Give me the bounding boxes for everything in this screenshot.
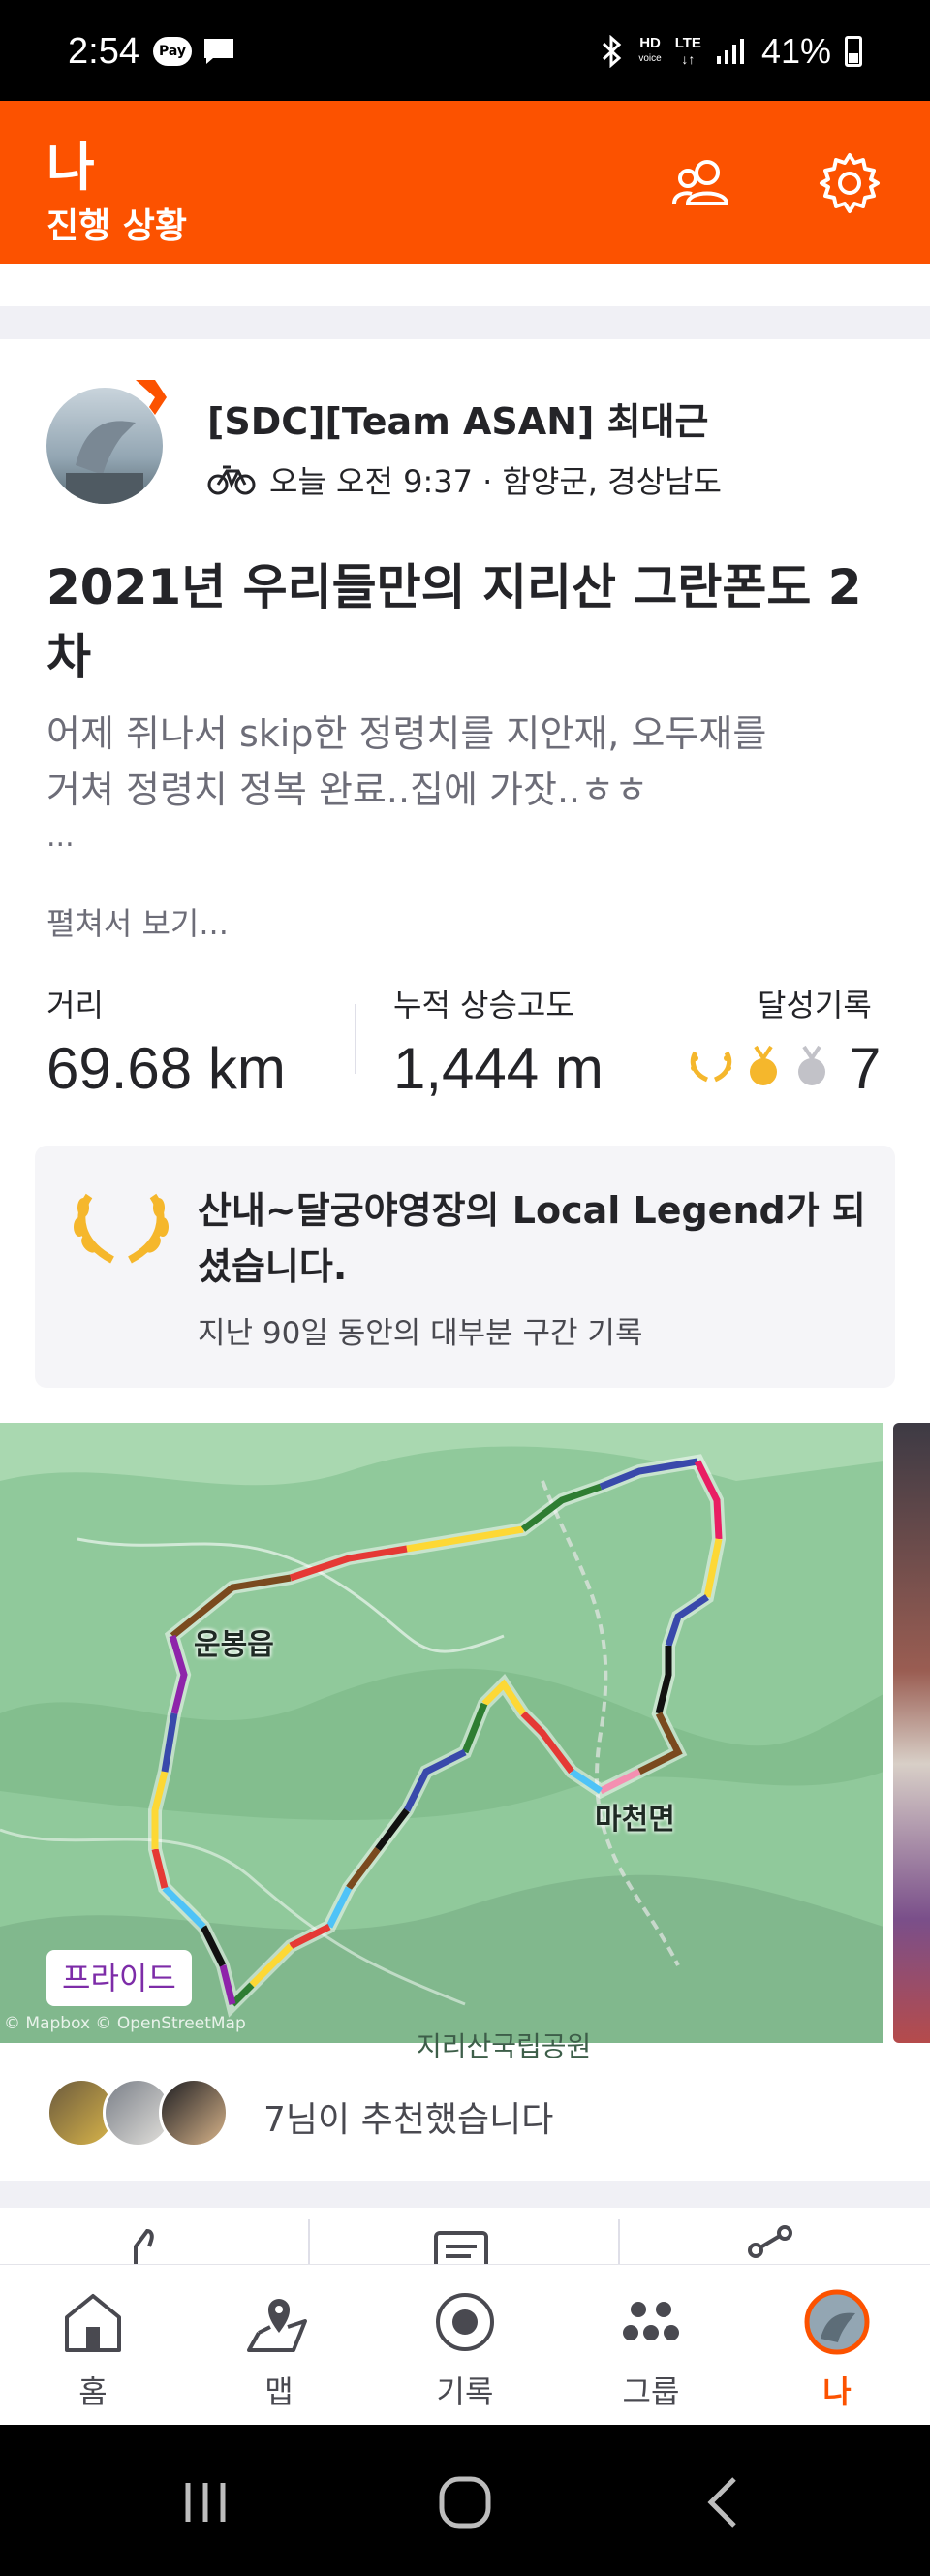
achievement-icons xyxy=(688,1045,831,1087)
distance-label: 거리 xyxy=(46,987,104,1023)
bluetooth-icon xyxy=(603,35,622,68)
map-pin-icon xyxy=(247,2299,307,2352)
action-separator xyxy=(308,2219,310,2268)
nav-home[interactable]: 홈 xyxy=(16,2288,170,2412)
activity-title[interactable]: 2021년 우리들만의 지리산 그란폰도 2차 xyxy=(46,552,899,692)
activity-photo-thumbnail[interactable] xyxy=(893,1423,930,2043)
share-icon[interactable] xyxy=(742,2225,800,2268)
message-icon xyxy=(204,39,233,64)
map-label-unbong: 운봉읍 xyxy=(194,1628,274,1662)
local-legend-title: 산내~달궁야영장의 Local Legend가 되셨습니다. xyxy=(198,1189,866,1288)
elevation-label: 누적 상승고도 xyxy=(393,987,574,1023)
nav-you[interactable]: 나 xyxy=(760,2288,914,2412)
activity-type-badge: 프라이드 xyxy=(46,1950,192,2006)
battery-icon xyxy=(845,36,862,67)
groups-icon xyxy=(623,2302,679,2340)
feed-separator xyxy=(0,264,930,339)
local-legend-icon xyxy=(690,1051,732,1083)
status-indicators: HD voice LTE ↓↑ 41% xyxy=(600,31,862,72)
profile-avatar-icon xyxy=(804,2289,870,2355)
comment-icon[interactable] xyxy=(432,2229,490,2268)
silver-medal-icon xyxy=(798,1045,825,1085)
home-icon xyxy=(65,2294,121,2352)
action-bar xyxy=(0,2208,930,2268)
distance-value: 69.68 km xyxy=(46,1036,286,1101)
hd-voice-indicator: HD voice xyxy=(638,35,662,65)
pay-icon: Pay xyxy=(153,37,192,66)
lte-indicator: LTE ↓↑ xyxy=(674,35,701,68)
elevation-value: 1,444 m xyxy=(393,1036,604,1101)
athlete-name[interactable]: [SDC][Team ASAN] 최대근 xyxy=(207,392,708,445)
kudo-avatar xyxy=(159,2078,229,2148)
signal-icon xyxy=(716,39,744,64)
system-nav-bar xyxy=(0,2425,930,2576)
bike-icon xyxy=(207,465,256,495)
gold-medal-icon xyxy=(750,1045,777,1085)
map-label-park: 지리산국립공원 xyxy=(417,2030,592,2062)
subscriber-badge-icon xyxy=(136,380,167,415)
kudos-thumb-icon[interactable] xyxy=(122,2229,180,2268)
stat-divider xyxy=(355,1004,356,1074)
nav-groups[interactable]: 그룹 xyxy=(574,2288,728,2412)
kudos-text[interactable]: 7님이 추천했습니다 xyxy=(264,2091,553,2142)
page-title: 나 xyxy=(46,137,95,198)
activity-description: 어제 쥐나서 skip한 정령치를 지안재, 오두재를 거쳐 정령치 정복 완료… xyxy=(46,712,767,854)
gear-icon[interactable] xyxy=(816,149,884,217)
page-subtitle: 진행 상황 xyxy=(46,206,188,246)
achievements-label: 달성기록 xyxy=(758,987,872,1023)
profile-header: 나 진행 상황 xyxy=(0,101,930,264)
activity-time-location: 오늘 오전 9:37 · 함양군, 경상남도 xyxy=(269,463,722,500)
recent-apps-icon[interactable] xyxy=(176,2473,234,2531)
status-bar: 2:54 Pay HD voice LTE ↓↑ 41% xyxy=(0,0,930,101)
kudos-avatars[interactable] xyxy=(46,2074,229,2152)
friends-icon[interactable] xyxy=(668,149,736,217)
nav-record[interactable]: 기록 xyxy=(388,2288,542,2412)
nav-maps[interactable]: 맵 xyxy=(202,2288,356,2412)
expand-description-link[interactable]: 펼쳐서 보기... xyxy=(46,899,229,944)
action-band xyxy=(0,2181,930,2208)
map-label-macheon: 마천면 xyxy=(595,1803,675,1837)
achievements-count: 7 xyxy=(849,1036,882,1101)
record-icon xyxy=(436,2293,494,2351)
back-icon[interactable] xyxy=(696,2473,754,2531)
battery-percent: 41% xyxy=(760,31,831,71)
activity-meta: 오늘 오전 9:37 · 함양군, 경상남도 xyxy=(207,457,722,502)
home-button-icon[interactable] xyxy=(436,2473,494,2531)
status-time: 2:54 xyxy=(68,31,140,72)
local-legend-card[interactable]: 산내~달궁야영장의 Local Legend가 되셨습니다. 지난 90일 동안… xyxy=(35,1146,895,1388)
action-separator xyxy=(618,2219,620,2268)
bottom-nav: 홈 맵 기록 그룹 나 xyxy=(0,2264,930,2425)
map-attribution[interactable]: © Mapbox © OpenStreetMap xyxy=(4,2014,246,2033)
local-legend-subtitle: 지난 90일 동안의 대부분 구간 기록 xyxy=(198,1316,643,1351)
laurel-icon xyxy=(74,1193,169,1264)
